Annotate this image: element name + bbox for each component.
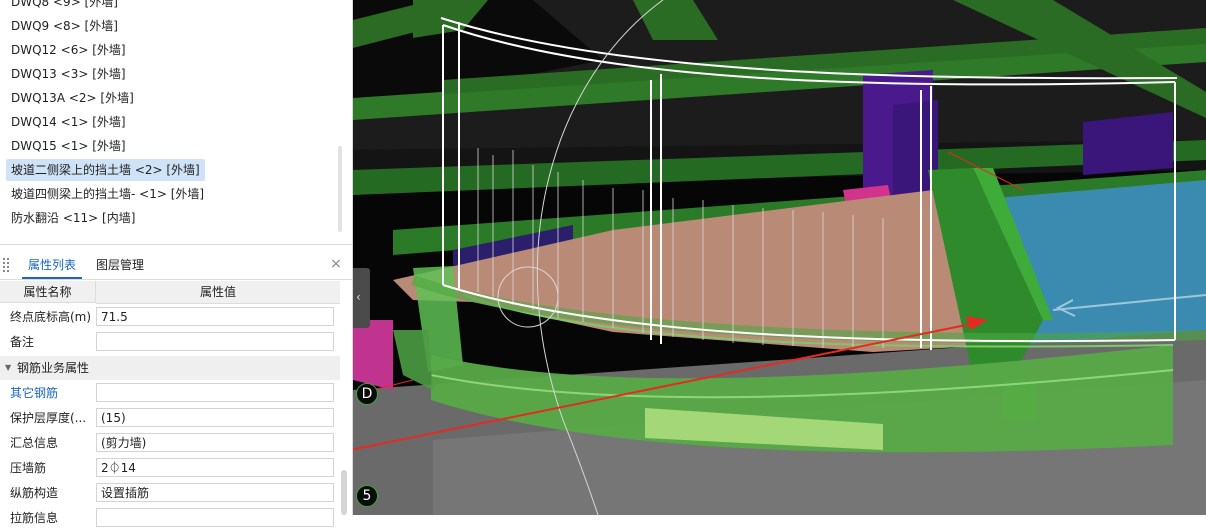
property-value-input[interactable]: 71.5	[96, 307, 334, 326]
table-row: 纵筋构造 设置插筋	[0, 481, 340, 506]
tree-item[interactable]: DWQ13A <2> [外墙]	[6, 87, 139, 109]
table-row: 拉筋信息	[0, 506, 340, 531]
table-row: 保护层厚度(... (15)	[0, 406, 340, 431]
panel-tabbar: 属性列表 图层管理 ×	[0, 252, 352, 280]
tree-item[interactable]: 坡道四侧梁上的挡土墙- <1> [外墙]	[6, 183, 209, 205]
tree-item[interactable]: 防水翻沿 <11> [内墙]	[6, 207, 140, 229]
property-name: 汇总信息	[10, 436, 59, 450]
property-name: 纵筋构造	[10, 486, 59, 500]
tree-item[interactable]: DWQ15 <1> [外墙]	[6, 135, 131, 157]
table-row: 汇总信息 (剪力墙)	[0, 431, 340, 456]
tree-item[interactable]: DWQ8 <9> [外墙]	[6, 0, 123, 13]
tree-scrollbar[interactable]	[338, 146, 342, 232]
table-row: 压墙筋 2⏀14	[0, 456, 340, 481]
property-name: 拉筋信息	[10, 511, 59, 525]
column-header-name: 属性名称	[0, 281, 96, 303]
axis-label-5: 5	[356, 485, 378, 507]
tab-property-list[interactable]: 属性列表	[22, 252, 83, 279]
collapse-triangle-icon[interactable]: ▼	[5, 356, 11, 380]
property-value-input[interactable]: (剪力墙)	[96, 433, 334, 452]
property-value-input[interactable]: (15)	[96, 408, 334, 427]
left-panel: DWQ8 <9> [外墙] DWQ9 <8> [外墙] DWQ12 <6> [外墙]…	[0, 0, 353, 527]
tree-item[interactable]: DWQ12 <6> [外墙]	[6, 39, 131, 61]
property-name: 保护层厚度(...	[10, 411, 87, 425]
tree-item[interactable]: DWQ13 <3> [外墙]	[6, 63, 131, 85]
property-name-link[interactable]: 其它钢筋	[10, 381, 58, 406]
property-value-input[interactable]	[96, 383, 334, 402]
section-header-rebar[interactable]: ▼ 钢筋业务属性	[0, 356, 340, 380]
property-value-input[interactable]	[96, 508, 334, 527]
drag-grip-icon[interactable]	[3, 258, 11, 272]
panel-scrollbar[interactable]	[341, 470, 347, 515]
property-value-input[interactable]	[96, 332, 334, 351]
3d-viewport[interactable]: D 5	[353, 0, 1206, 515]
property-panel: 属性列表 图层管理 × 属性名称 属性值 终点底标高(m) 71.5 备注 ▼ …	[0, 252, 352, 527]
component-tree: DWQ8 <9> [外墙] DWQ9 <8> [外墙] DWQ12 <6> [外墙]…	[0, 0, 352, 245]
tree-item[interactable]: 坡道二侧梁上的挡土墙 <2> [外墙]	[6, 159, 205, 181]
tree-item[interactable]: DWQ9 <8> [外墙]	[6, 15, 123, 37]
3d-scene	[353, 0, 1206, 515]
section-label: 钢筋业务属性	[17, 361, 90, 375]
table-row: 终点底标高(m) 71.5	[0, 305, 340, 330]
tree-item[interactable]: DWQ14 <1> [外墙]	[6, 111, 131, 133]
property-name: 终点底标高(m)	[10, 310, 92, 324]
collapse-panel-button[interactable]: ‹	[353, 268, 370, 328]
axis-label-d: D	[356, 383, 378, 405]
column-header-value: 属性值	[96, 281, 340, 304]
property-value-input[interactable]: 2⏀14	[96, 458, 334, 477]
property-name: 备注	[10, 335, 35, 349]
table-row: 其它钢筋	[0, 381, 340, 406]
property-value-input[interactable]: 设置插筋	[96, 483, 334, 502]
close-icon[interactable]: ×	[330, 257, 342, 271]
property-name: 压墙筋	[10, 461, 47, 475]
table-row: 备注	[0, 330, 340, 355]
tab-layer-management[interactable]: 图层管理	[90, 252, 150, 279]
chevron-left-icon: ‹	[356, 290, 361, 304]
